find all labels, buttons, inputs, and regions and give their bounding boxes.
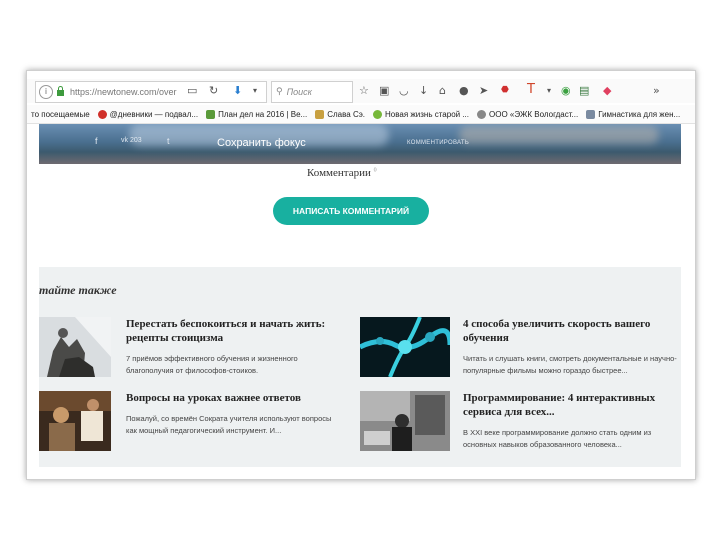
globe-icon xyxy=(477,109,486,119)
download-arrow-icon[interactable]: ↓ xyxy=(419,84,428,97)
bookmark-item[interactable]: План дел на 2016 | Ве... xyxy=(206,109,308,119)
bookmark-label: Новая жизнь старой ... xyxy=(385,109,469,119)
bookmark-favicon-icon xyxy=(586,109,596,119)
search-placeholder: Поиск xyxy=(286,87,312,97)
bookmark-item[interactable]: Новая жизнь старой ... xyxy=(373,109,469,119)
article-hero-banner: f vk 203 t Сохранить фокус КОММЕНТИРОВАТ… xyxy=(39,124,681,164)
facebook-icon[interactable]: f xyxy=(95,136,98,146)
chevron-down-icon[interactable]: ▾ xyxy=(253,86,257,95)
related-heading: тайте также xyxy=(39,283,117,297)
bookmark-label: Гимнастика для жен... xyxy=(598,109,681,119)
url-text: https://newtonew.com/over xyxy=(70,87,177,97)
reload-icon[interactable]: ↻ xyxy=(209,84,218,97)
bookmark-item[interactable]: Гимнастика для жен... xyxy=(586,109,681,119)
translate-icon[interactable]: T xyxy=(527,82,535,97)
card-description: В XXI веке программирование должно стать… xyxy=(463,428,652,449)
bookmark-favicon-icon xyxy=(315,109,325,119)
home-icon[interactable]: ⌂ xyxy=(439,84,446,97)
write-comment-button[interactable]: НАПИСАТЬ КОММЕНТАРИЙ xyxy=(273,197,429,225)
chevron-down-icon[interactable]: ▾ xyxy=(547,86,551,95)
card-title[interactable]: Перестать беспокоиться и начать жить: ре… xyxy=(126,317,336,345)
vk-share[interactable]: vk 203 xyxy=(121,137,142,144)
bookmark-item[interactable]: @дневники — подвал... xyxy=(97,109,199,119)
comments-count: 0 xyxy=(373,167,377,174)
search-icon: ⚲ xyxy=(276,87,283,97)
star-icon[interactable]: ☆ xyxy=(359,84,369,97)
card-description: Пожалуй, со времён Сократа учителя испол… xyxy=(126,414,332,435)
color-extension-icon[interactable]: ◆ xyxy=(603,84,611,97)
send-icon[interactable]: ➤ xyxy=(479,84,488,97)
comments-title: Комментарии xyxy=(307,167,371,179)
card-thumbnail[interactable] xyxy=(39,391,111,451)
hero-cloud xyxy=(459,126,659,144)
card-description: 7 приёмов эффективного обучения и жизнен… xyxy=(126,354,298,375)
bookmark-label: то посещаемые xyxy=(31,109,90,119)
card-thumbnail[interactable] xyxy=(360,391,450,451)
card-thumbnail[interactable] xyxy=(39,317,111,377)
lock-icon xyxy=(57,86,64,96)
pocket-icon[interactable]: ◡ xyxy=(399,84,409,97)
related-articles-section: тайте также Перестать беспокоиться и нач… xyxy=(39,267,681,467)
card-title[interactable]: Программирование: 4 интерактивных сервис… xyxy=(463,391,681,419)
twitter-icon[interactable]: t xyxy=(167,136,170,146)
browser-toolbar: i https://newtonew.com/over ▭ ↻ ⬇ ▾ ⚲ По… xyxy=(27,79,695,103)
bookmark-item[interactable]: ООО «ЭЖК Вологдаст... xyxy=(477,109,579,119)
card-thumbnail[interactable] xyxy=(360,317,450,377)
bookmark-label: ООО «ЭЖК Вологдаст... xyxy=(489,109,579,119)
overflow-menu-icon[interactable]: » xyxy=(653,84,660,97)
bookmark-item[interactable]: Слава Сэ. xyxy=(315,109,366,119)
card-title[interactable]: 4 способа увеличить скорость вашего обуч… xyxy=(463,317,681,345)
bookmark-favicon-icon xyxy=(373,109,383,119)
bookmark-label: Слава Сэ. xyxy=(327,109,366,119)
clipboard-icon[interactable]: ▣ xyxy=(379,84,389,97)
search-input[interactable]: ⚲ Поиск xyxy=(271,81,353,103)
chat-icon[interactable]: ● xyxy=(459,84,469,97)
card-description: Читать и слушать книги, смотреть докумен… xyxy=(463,354,677,375)
article-title: Сохранить фокус xyxy=(217,137,306,149)
bookmark-label: @дневники — подвал... xyxy=(109,109,199,119)
bookmarks-bar: то посещаемые @дневники — подвал... План… xyxy=(27,105,695,124)
bookmark-favicon-icon xyxy=(206,109,216,119)
comment-link[interactable]: КОММЕНТИРОВАТЬ xyxy=(407,140,469,146)
download-icon[interactable]: ⬇ xyxy=(233,84,242,97)
comments-heading: Комментарии 0 xyxy=(307,167,377,179)
lock-extension-icon[interactable]: ▤ xyxy=(579,84,589,97)
bookmark-label: План дел на 2016 | Ве... xyxy=(218,109,308,119)
reader-icon[interactable]: ▭ xyxy=(187,84,197,97)
browser-window: i https://newtonew.com/over ▭ ↻ ⬇ ▾ ⚲ По… xyxy=(26,70,696,480)
info-icon[interactable]: i xyxy=(39,85,53,99)
adblock-icon[interactable]: ⬣ xyxy=(501,85,509,95)
bookmark-item[interactable]: то посещаемые xyxy=(31,110,90,119)
bookmark-favicon-icon xyxy=(97,109,107,119)
card-title[interactable]: Вопросы на уроках важнее ответов xyxy=(126,391,336,405)
extension-icon[interactable]: ◉ xyxy=(561,84,571,97)
